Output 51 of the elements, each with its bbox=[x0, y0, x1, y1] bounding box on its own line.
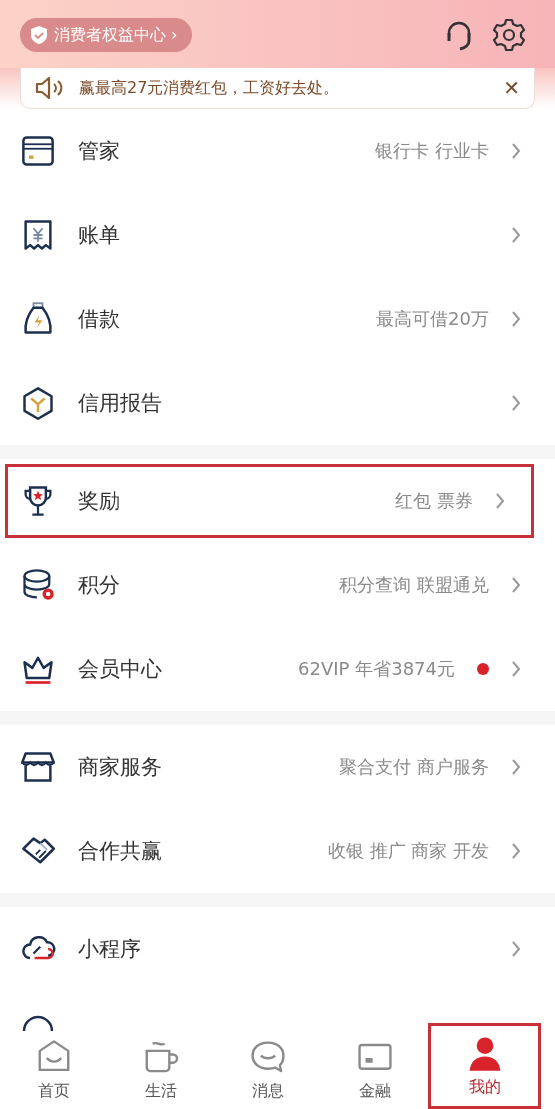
menu-label: 合作共赢 bbox=[78, 838, 163, 865]
menu-detail: 聚合支付 商户服务 bbox=[339, 755, 489, 779]
chevron-right-icon bbox=[511, 142, 521, 160]
menu-row[interactable]: 借款 最高可借20万 bbox=[0, 277, 555, 361]
menu-label: 商家服务 bbox=[78, 754, 163, 781]
coins-icon bbox=[20, 567, 56, 603]
menu-row[interactable]: 账单 bbox=[0, 193, 555, 277]
tab-bar-item[interactable]: 我的 bbox=[428, 1023, 541, 1109]
shop-icon bbox=[20, 749, 56, 785]
menu-label: 账单 bbox=[78, 222, 121, 249]
chevron-right-icon bbox=[511, 576, 521, 594]
tab-bar-item[interactable]: 生活 bbox=[107, 1031, 214, 1109]
speaker-icon bbox=[35, 76, 65, 100]
chevron-right-icon bbox=[511, 940, 521, 958]
menu-row[interactable]: 积分 积分查询 联盟通兑 bbox=[0, 543, 555, 627]
tab-bar-item[interactable]: 消息 bbox=[214, 1031, 321, 1109]
menu-label: 借款 bbox=[78, 306, 121, 333]
menu-label: 信用报告 bbox=[78, 390, 163, 417]
chevron-right-icon bbox=[511, 394, 521, 412]
settings-icon[interactable] bbox=[491, 17, 527, 53]
shield-icon bbox=[30, 25, 48, 45]
hexagon-icon bbox=[20, 385, 56, 421]
menu-row[interactable]: 会员中心 62VIP 年省3874元 bbox=[0, 627, 555, 711]
close-button[interactable]: ✕ bbox=[503, 76, 520, 100]
chevron-right-icon bbox=[511, 226, 521, 244]
menu-detail: 62VIP 年省3874元 bbox=[298, 657, 455, 681]
chevron-right-icon bbox=[511, 660, 521, 678]
menu-detail: 银行卡 行业卡 bbox=[375, 139, 489, 163]
menu-detail: 积分查询 联盟通兑 bbox=[339, 573, 489, 597]
menu-label: 奖励 bbox=[78, 488, 121, 515]
menu-label: 管家 bbox=[78, 138, 121, 165]
menu-row[interactable]: 合作共赢 收银 推广 商家 开发 bbox=[0, 809, 555, 893]
chevron-right-icon bbox=[511, 310, 521, 328]
menu-row[interactable]: 奖励 红包 票券 bbox=[0, 459, 539, 543]
notice-text: 赢最高27元消费红包，工资好去处。 bbox=[79, 77, 341, 99]
menu-label: 小程序 bbox=[78, 936, 142, 963]
menu-row[interactable]: 管家 银行卡 行业卡 bbox=[0, 109, 555, 193]
menu-detail: 最高可借20万 bbox=[376, 307, 489, 331]
menu-detail: 红包 票券 bbox=[395, 489, 473, 513]
menu-row[interactable]: 商家服务 聚合支付 商户服务 bbox=[0, 725, 555, 809]
menu-label: 会员中心 bbox=[78, 656, 163, 683]
partial-icon bbox=[20, 1013, 56, 1031]
menu-row[interactable]: 信用报告 bbox=[0, 361, 555, 445]
tab-bar-item[interactable]: 首页 bbox=[0, 1031, 107, 1109]
card-icon bbox=[20, 133, 56, 169]
chevron-right-icon bbox=[495, 492, 505, 510]
menu-label: 积分 bbox=[78, 572, 121, 599]
menu-detail: 收银 推广 商家 开发 bbox=[327, 839, 489, 863]
chevron-right-icon bbox=[511, 758, 521, 776]
tab-bar-item[interactable]: 金融 bbox=[321, 1031, 428, 1109]
chevron-right-icon bbox=[511, 842, 521, 860]
